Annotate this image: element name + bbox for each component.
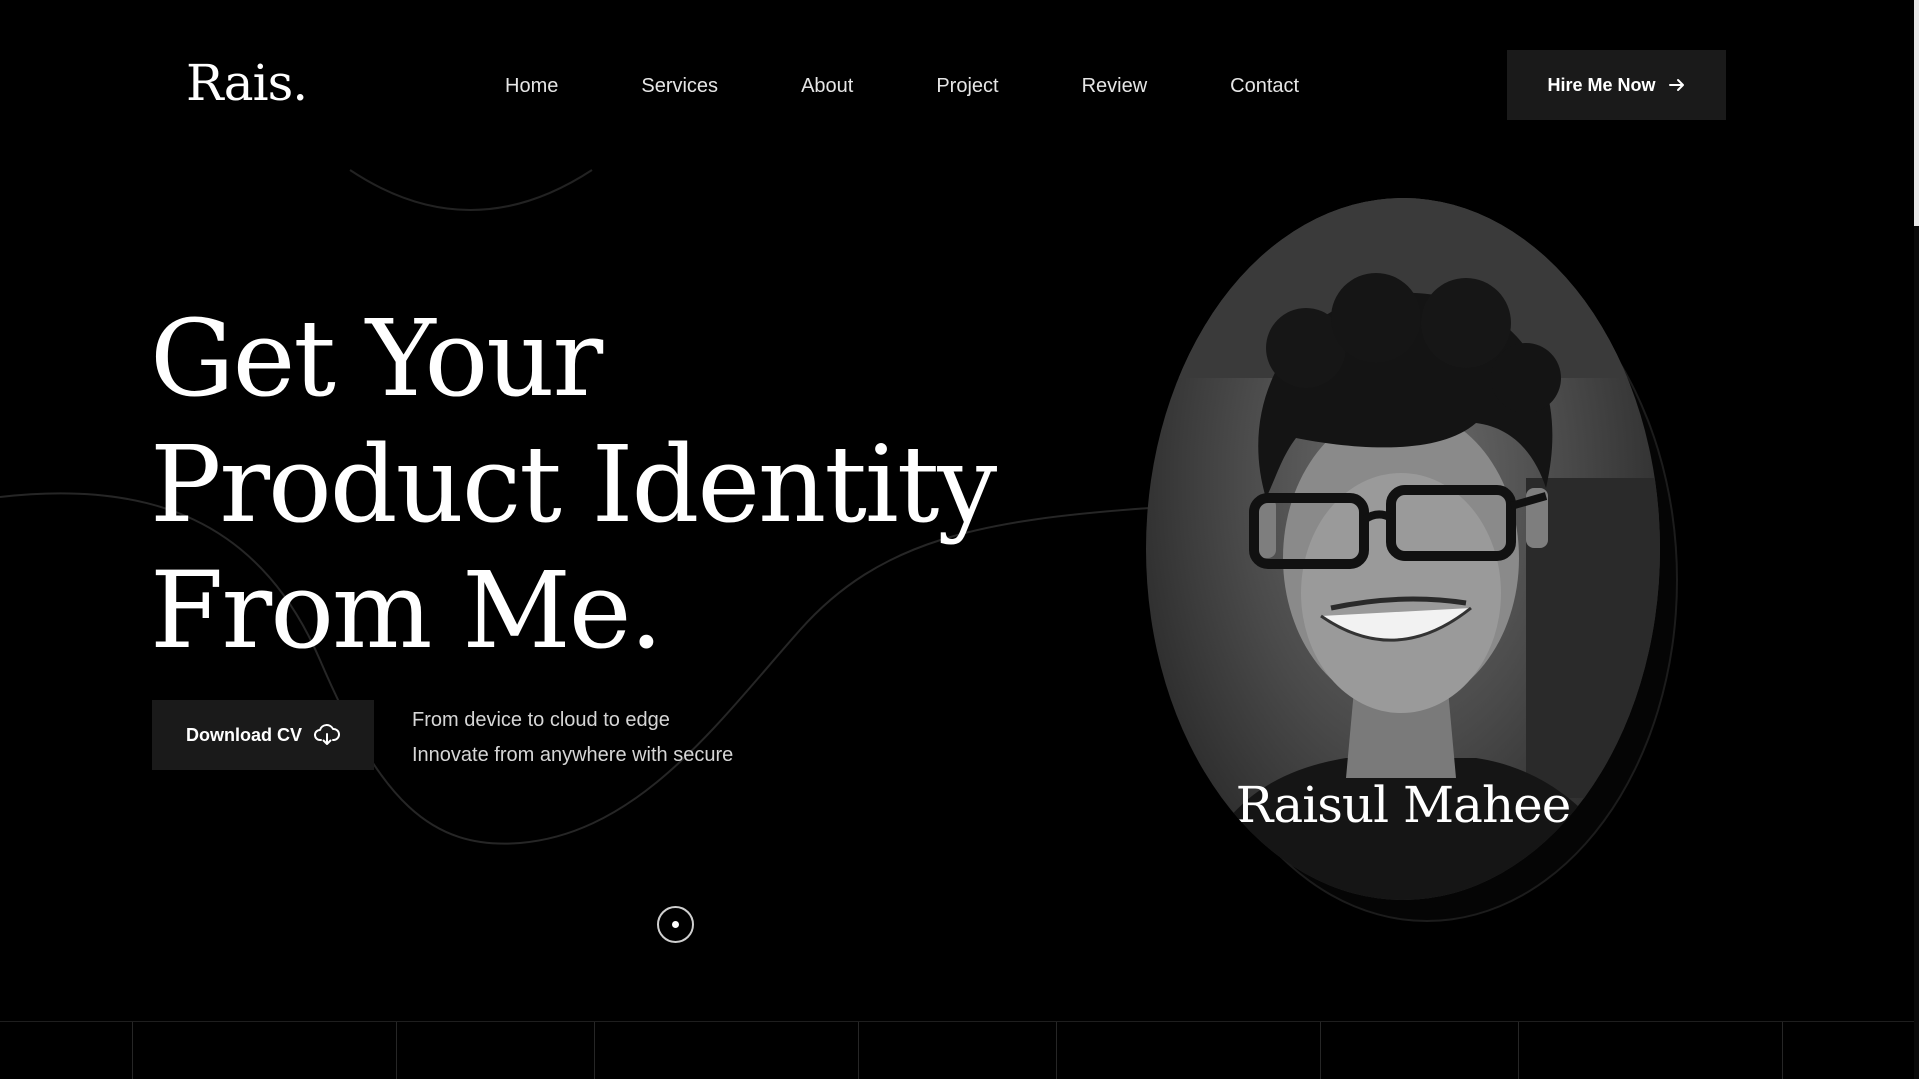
headline-line-2: Product Identity (150, 423, 997, 546)
tagline-line-2: Innovate from anywhere with secure (412, 744, 734, 766)
grid-divider (132, 1022, 133, 1079)
portrait-name: Raisul Mahee (1235, 776, 1572, 834)
download-cv-button[interactable]: Download CV (152, 700, 374, 770)
cloud-download-icon (314, 724, 340, 745)
nav-project[interactable]: Project (936, 75, 998, 101)
nav-home[interactable]: Home (505, 75, 558, 101)
tagline-line-1: From device to cloud to edge (412, 709, 670, 731)
scrollbar-thumb[interactable] (1914, 0, 1919, 226)
nav-contact[interactable]: Contact (1230, 75, 1299, 101)
grid-divider (1518, 1022, 1519, 1079)
nav-services[interactable]: Services (641, 75, 718, 101)
portrait-photo: Raisul Mahee (1146, 198, 1660, 900)
arrow-right-icon (1668, 79, 1684, 91)
hero-headline: Get Your Product Identity From Me. (150, 296, 1010, 674)
headline-line-3: From Me. (150, 549, 663, 672)
site-logo[interactable]: Rais. (186, 54, 308, 112)
grid-divider (594, 1022, 595, 1079)
grid-divider (1320, 1022, 1321, 1079)
main-nav: Home Services About Project Review Conta… (505, 75, 1299, 101)
bottom-grid (0, 1021, 1919, 1079)
grid-divider (1056, 1022, 1057, 1079)
hire-me-button[interactable]: Hire Me Now (1507, 50, 1726, 120)
grid-divider (858, 1022, 859, 1079)
headline-line-1: Get Your (150, 297, 603, 420)
scroll-indicator-icon[interactable] (657, 906, 694, 943)
page: Rais. Home Services About Project Review… (0, 0, 1919, 1079)
portrait-card: Raisul Mahee (1146, 198, 1682, 926)
hire-me-label: Hire Me Now (1547, 74, 1656, 95)
grid-divider (396, 1022, 397, 1079)
download-cv-label: Download CV (186, 724, 302, 745)
nav-about[interactable]: About (801, 75, 853, 101)
hero-tagline: From device to cloud to edge Innovate fr… (412, 703, 733, 773)
nav-review[interactable]: Review (1082, 75, 1148, 101)
grid-divider (1782, 1022, 1783, 1079)
